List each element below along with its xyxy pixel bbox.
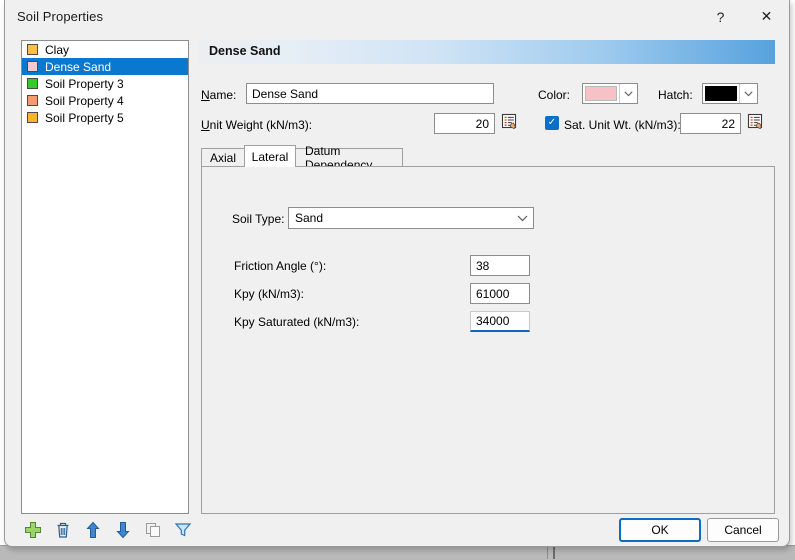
close-icon: ✕ xyxy=(761,8,773,25)
hatch-swatch xyxy=(705,86,737,101)
backdrop-divider xyxy=(553,545,555,559)
cancel-button-label: Cancel xyxy=(724,523,761,537)
tab-label: Axial xyxy=(210,151,236,165)
close-button[interactable]: ✕ xyxy=(744,0,789,33)
lateral-field-row: Friction Angle (°): xyxy=(234,255,534,277)
backdrop-taskbar-strip xyxy=(0,545,795,560)
title-bar: Soil Properties ? ✕ xyxy=(5,0,789,34)
name-input[interactable] xyxy=(246,83,494,104)
soil-color-swatch xyxy=(27,112,38,123)
unit-weight-accel: U xyxy=(201,118,210,132)
soil-list-toolbar xyxy=(23,518,193,542)
list-item[interactable]: Dense Sand xyxy=(22,58,188,75)
filter-icon[interactable] xyxy=(174,520,193,540)
soil-properties-dialog: Soil Properties ? ✕ Clay Dense Sand Soil P… xyxy=(4,0,790,547)
lateral-field-row: Kpy (kN/m3): xyxy=(234,283,534,305)
soil-type-value: Sand xyxy=(289,211,511,225)
tab-label: Lateral xyxy=(252,150,289,164)
soil-color-swatch xyxy=(27,78,38,89)
lateral-tab-panel: Soil Type: Sand Friction Angle (°): Kpy (… xyxy=(201,166,775,514)
panel-header-title: Dense Sand xyxy=(209,44,281,58)
list-item-label: Soil Property 5 xyxy=(45,111,124,125)
name-label: Name: xyxy=(201,88,236,102)
soil-detail-panel: Dense Sand Name: Color: Hatch: Unit Weig… xyxy=(199,40,775,514)
sat-unit-weight-label: Sat. Unit Wt. (kN/m3): xyxy=(564,118,681,132)
list-item-label: Soil Property 3 xyxy=(45,77,124,91)
check-icon: ✓ xyxy=(548,118,556,128)
delete-soil-icon[interactable] xyxy=(53,520,72,540)
list-item-label: Soil Property 4 xyxy=(45,94,124,108)
sat-unit-weight-checkbox[interactable]: ✓ xyxy=(545,116,559,130)
window-title: Soil Properties xyxy=(17,9,103,24)
unit-weight-input[interactable] xyxy=(434,113,495,134)
name-accel: N xyxy=(201,88,210,102)
field-input[interactable] xyxy=(470,283,530,304)
tab-datum-dependency[interactable]: Datum Dependency xyxy=(295,148,403,167)
move-up-icon[interactable] xyxy=(83,520,102,540)
list-item[interactable]: Soil Property 5 xyxy=(22,109,188,126)
chevron-down-icon xyxy=(511,215,533,222)
list-item-label: Dense Sand xyxy=(45,60,111,74)
ok-button-label: OK xyxy=(651,523,668,537)
move-down-icon[interactable] xyxy=(114,520,133,540)
help-button[interactable]: ? xyxy=(698,0,743,33)
color-swatch xyxy=(585,86,617,101)
color-label: Color: xyxy=(538,88,570,102)
add-soil-icon[interactable] xyxy=(23,520,42,540)
cancel-button[interactable]: Cancel xyxy=(707,518,779,542)
chevron-down-icon xyxy=(739,84,757,103)
lateral-field-row: Kpy Saturated (kN/m3): xyxy=(234,311,534,333)
pick-from-list-icon[interactable] xyxy=(747,113,765,131)
soil-color-swatch xyxy=(27,61,38,72)
pick-from-list-icon[interactable] xyxy=(501,113,519,131)
chevron-down-icon xyxy=(619,84,637,103)
duplicate-soil-icon[interactable] xyxy=(144,520,163,540)
field-label: Kpy Saturated (kN/m3): xyxy=(234,315,359,329)
tab-strip: Axial Lateral Datum Dependency xyxy=(201,145,775,167)
question-mark-icon: ? xyxy=(717,9,725,25)
hatch-label: Hatch: xyxy=(658,88,693,102)
list-item-label: Clay xyxy=(45,43,69,57)
soil-type-label: Soil Type: xyxy=(232,212,284,226)
field-label: Kpy (kN/m3): xyxy=(234,287,304,301)
soil-color-swatch xyxy=(27,95,38,106)
sat-unit-weight-input[interactable] xyxy=(680,113,741,134)
unit-weight-label: Unit Weight (kN/m3): xyxy=(201,118,312,132)
unit-weight-label-rest: nit Weight (kN/m3): xyxy=(210,118,312,132)
tab-axial[interactable]: Axial xyxy=(201,148,245,167)
soil-type-dropdown[interactable]: Sand xyxy=(288,207,534,229)
list-item[interactable]: Soil Property 4 xyxy=(22,92,188,109)
backdrop-divider-light xyxy=(547,545,548,559)
panel-header: Dense Sand xyxy=(199,40,775,64)
field-input[interactable] xyxy=(470,311,530,332)
field-label: Friction Angle (°): xyxy=(234,259,326,273)
color-dropdown[interactable] xyxy=(582,83,638,104)
soil-color-swatch xyxy=(27,44,38,55)
list-item[interactable]: Soil Property 3 xyxy=(22,75,188,92)
hatch-dropdown[interactable] xyxy=(702,83,758,104)
list-item[interactable]: Clay xyxy=(22,41,188,58)
name-label-rest: ame: xyxy=(210,88,237,102)
ok-button[interactable]: OK xyxy=(619,518,701,542)
soil-list[interactable]: Clay Dense Sand Soil Property 3 Soil Proper… xyxy=(21,40,189,514)
tab-lateral[interactable]: Lateral xyxy=(244,145,296,167)
field-input[interactable] xyxy=(470,255,530,276)
